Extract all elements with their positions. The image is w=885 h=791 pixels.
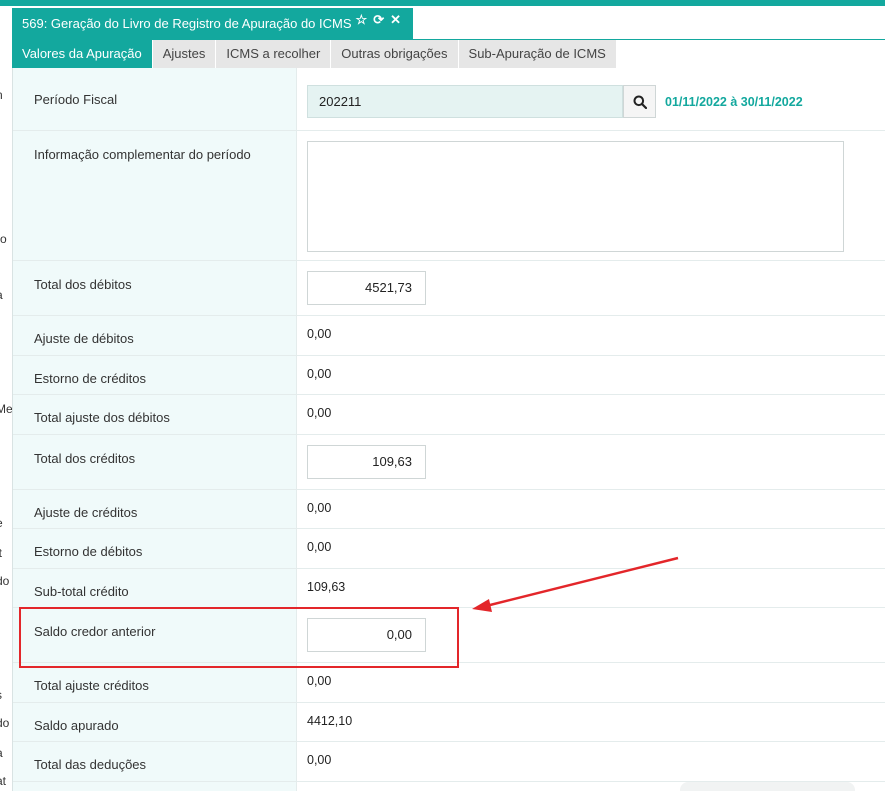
field-label: Saldo apurado: [13, 703, 297, 741]
clipped-text: at: [0, 774, 7, 788]
row-total-ajuste-creditos: Total ajuste créditos 0,00: [13, 663, 885, 703]
apuracao-form: Período Fiscal 202211 01/11/2022 à 30/11…: [12, 68, 885, 791]
total-ajuste-debitos-value: 0,00: [307, 406, 332, 420]
tab-bar: Valores da Apuração Ajustes ICMS a recol…: [12, 40, 617, 68]
info-complementar-textarea[interactable]: [307, 141, 844, 252]
field-label: Total ajuste créditos: [13, 663, 297, 702]
clipped-text: e: [0, 516, 3, 530]
clipped-text: a: [0, 288, 3, 302]
ajuste-debitos-value: 0,00: [307, 327, 332, 341]
background-panel-clipped: n ro a Me e lt do s do a at: [0, 6, 12, 791]
tab-outras-obrigacoes[interactable]: Outras obrigações: [331, 40, 459, 68]
total-deducoes-value: 0,00: [307, 753, 332, 767]
field-label: Período Fiscal: [13, 68, 297, 130]
row-total-debitos: Total dos débitos 4521,73: [13, 261, 885, 316]
top-accent-bar: [0, 0, 885, 6]
tab-icms-recolher[interactable]: ICMS a recolher: [216, 40, 332, 68]
window-title: 569: Geração do Livro de Registro de Apu…: [22, 16, 352, 31]
field-label: Estorno de créditos: [13, 356, 297, 394]
field-label: Total dos débitos: [13, 261, 297, 315]
blurred-overlay: [680, 782, 855, 791]
field-value-cell: [297, 131, 885, 260]
clipped-text: a: [0, 746, 3, 760]
clipped-text: do: [0, 574, 10, 588]
field-label: Informação complementar do período: [13, 131, 297, 260]
clipped-text: ro: [0, 232, 7, 246]
row-total-creditos: Total dos créditos 109,63: [13, 435, 885, 490]
clipped-text: Me: [0, 402, 12, 416]
total-debitos-input[interactable]: 4521,73: [307, 271, 426, 305]
tab-ajustes[interactable]: Ajustes: [152, 40, 217, 68]
total-creditos-input[interactable]: 109,63: [307, 445, 426, 479]
field-label: Ajuste de débitos: [13, 316, 297, 355]
field-value-cell: 202211 01/11/2022 à 30/11/2022: [297, 68, 885, 130]
estorno-creditos-value: 0,00: [307, 367, 332, 381]
row-total-ajuste-debitos: Total ajuste dos débitos 0,00: [13, 395, 885, 435]
row-saldo-apurado: Saldo apurado 4412,10: [13, 703, 885, 742]
field-label: Sub-total crédito: [13, 569, 297, 607]
row-ajuste-creditos: Ajuste de créditos 0,00: [13, 490, 885, 529]
refresh-icon[interactable]: ⟳: [373, 12, 384, 28]
row-subtotal-credito: Sub-total crédito 109,63: [13, 569, 885, 608]
annotation-highlight-box: [19, 607, 459, 668]
ajuste-creditos-value: 0,00: [307, 501, 332, 515]
window-title-bar: 569: Geração do Livro de Registro de Apu…: [12, 8, 413, 39]
clipped-text: s: [0, 688, 2, 702]
field-label: Total das deduções: [13, 742, 297, 781]
row-total-deducoes: Total das deduções 0,00: [13, 742, 885, 782]
periodo-fiscal-input[interactable]: 202211: [307, 85, 623, 118]
star-icon[interactable]: ☆: [356, 12, 368, 28]
field-value-cell: 109,63: [297, 435, 885, 489]
field-label: Total ajuste dos débitos: [13, 395, 297, 434]
row-ajuste-debitos: Ajuste de débitos 0,00: [13, 316, 885, 356]
field-value-cell: 4521,73: [297, 261, 885, 315]
subtotal-credito-value: 109,63: [307, 580, 346, 594]
search-icon: [633, 95, 647, 109]
clipped-text: n: [0, 88, 3, 102]
row-estorno-debitos: Estorno de débitos 0,00: [13, 529, 885, 569]
total-ajuste-creditos-value: 0,00: [307, 674, 332, 688]
row-info-complementar: Informação complementar do período: [13, 131, 885, 261]
close-icon[interactable]: ✕: [390, 12, 401, 28]
periodo-range: 01/11/2022 à 30/11/2022: [665, 95, 803, 109]
window-actions: ☆ ⟳ ✕: [356, 12, 401, 28]
row-periodo-fiscal: Período Fiscal 202211 01/11/2022 à 30/11…: [13, 68, 885, 131]
clipped-text: lt: [0, 546, 2, 560]
tab-valores-apuracao[interactable]: Valores da Apuração: [12, 40, 153, 68]
field-label: Estorno de débitos: [13, 529, 297, 568]
field-label: Total dos créditos: [13, 435, 297, 489]
tab-sub-apuracao[interactable]: Sub-Apuração de ICMS: [458, 40, 617, 68]
clipped-text: do: [0, 716, 10, 730]
field-label: Ajuste de créditos: [13, 490, 297, 528]
saldo-apurado-value: 4412,10: [307, 714, 353, 728]
row-estorno-creditos: Estorno de créditos 0,00: [13, 356, 885, 395]
estorno-debitos-value: 0,00: [307, 540, 332, 554]
search-button[interactable]: [623, 85, 656, 118]
field-label: [13, 782, 297, 791]
